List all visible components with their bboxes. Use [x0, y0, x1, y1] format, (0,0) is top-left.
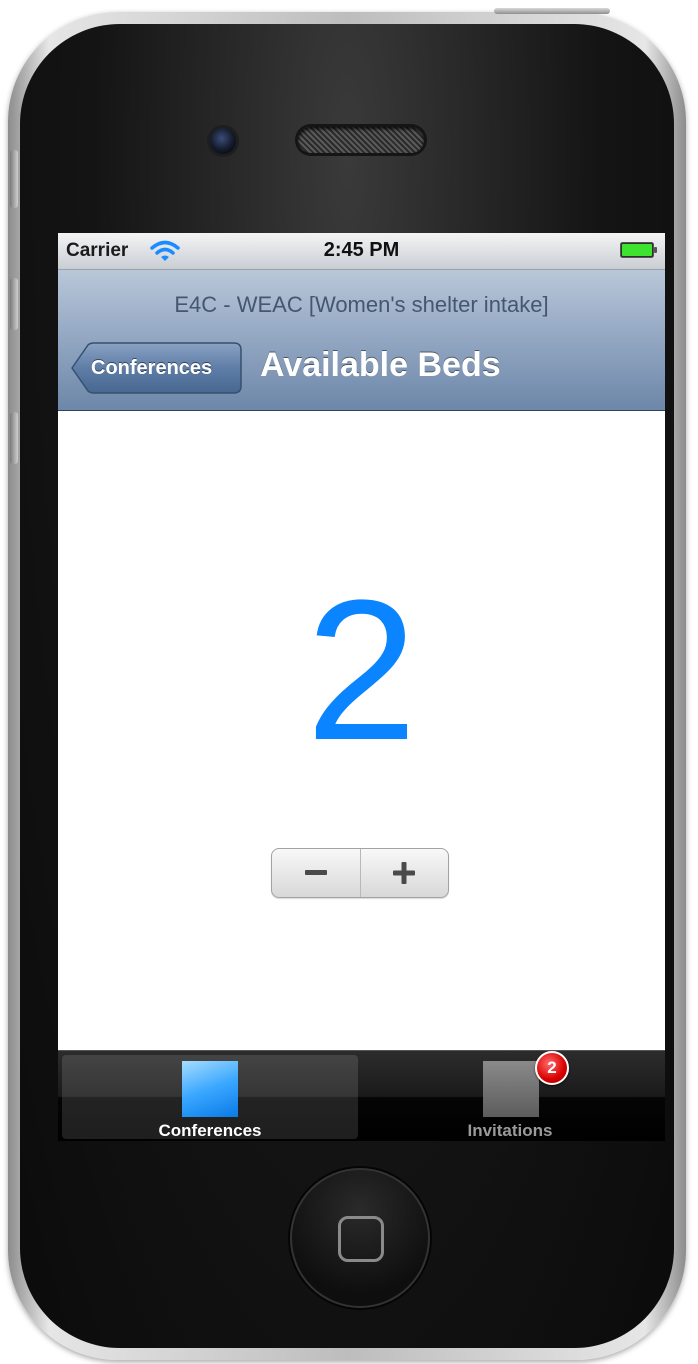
available-beds-count: 2 — [305, 559, 418, 782]
navigation-bar: E4C - WEAC [Women's shelter intake] Conf… — [58, 270, 665, 411]
nav-prompt: E4C - WEAC [Women's shelter intake] — [174, 292, 549, 317]
decrement-button[interactable] — [272, 849, 360, 897]
tab-invitations-label: Invitations — [467, 1121, 553, 1140]
conferences-tab-icon — [182, 1061, 238, 1117]
invitations-tab-icon — [483, 1061, 539, 1117]
invitations-badge: 2 — [535, 1051, 569, 1085]
home-square-icon — [338, 1216, 384, 1262]
earpiece-speaker — [298, 127, 424, 153]
volume-up-button — [10, 278, 18, 330]
tab-bar: Conferences 2 Invitations — [58, 1050, 665, 1141]
back-button-conferences[interactable]: Conferences — [70, 342, 242, 394]
minus-icon — [304, 870, 327, 875]
tab-invitations[interactable]: 2 Invitations — [362, 1051, 658, 1140]
beds-stepper[interactable] — [271, 848, 449, 898]
plus-icon — [393, 862, 416, 884]
back-button-label: Conferences — [91, 356, 213, 379]
app-screen: Carrier 2:45 PM E4C - WEAC [Women's shel… — [58, 233, 665, 1141]
mute-switch — [10, 150, 18, 208]
front-camera — [210, 128, 236, 154]
battery-icon — [620, 242, 657, 258]
page-title: Available Beds — [260, 346, 501, 384]
home-button[interactable] — [290, 1168, 430, 1308]
tab-conferences-label: Conferences — [158, 1121, 262, 1140]
main-content: 2 — [58, 411, 665, 1051]
status-bar: Carrier 2:45 PM — [58, 233, 665, 270]
sleep-wake-button — [494, 8, 610, 14]
increment-button[interactable] — [361, 849, 449, 897]
tab-conferences[interactable]: Conferences — [62, 1055, 358, 1140]
volume-down-button — [10, 412, 18, 464]
status-time: 2:45 PM — [323, 239, 400, 261]
